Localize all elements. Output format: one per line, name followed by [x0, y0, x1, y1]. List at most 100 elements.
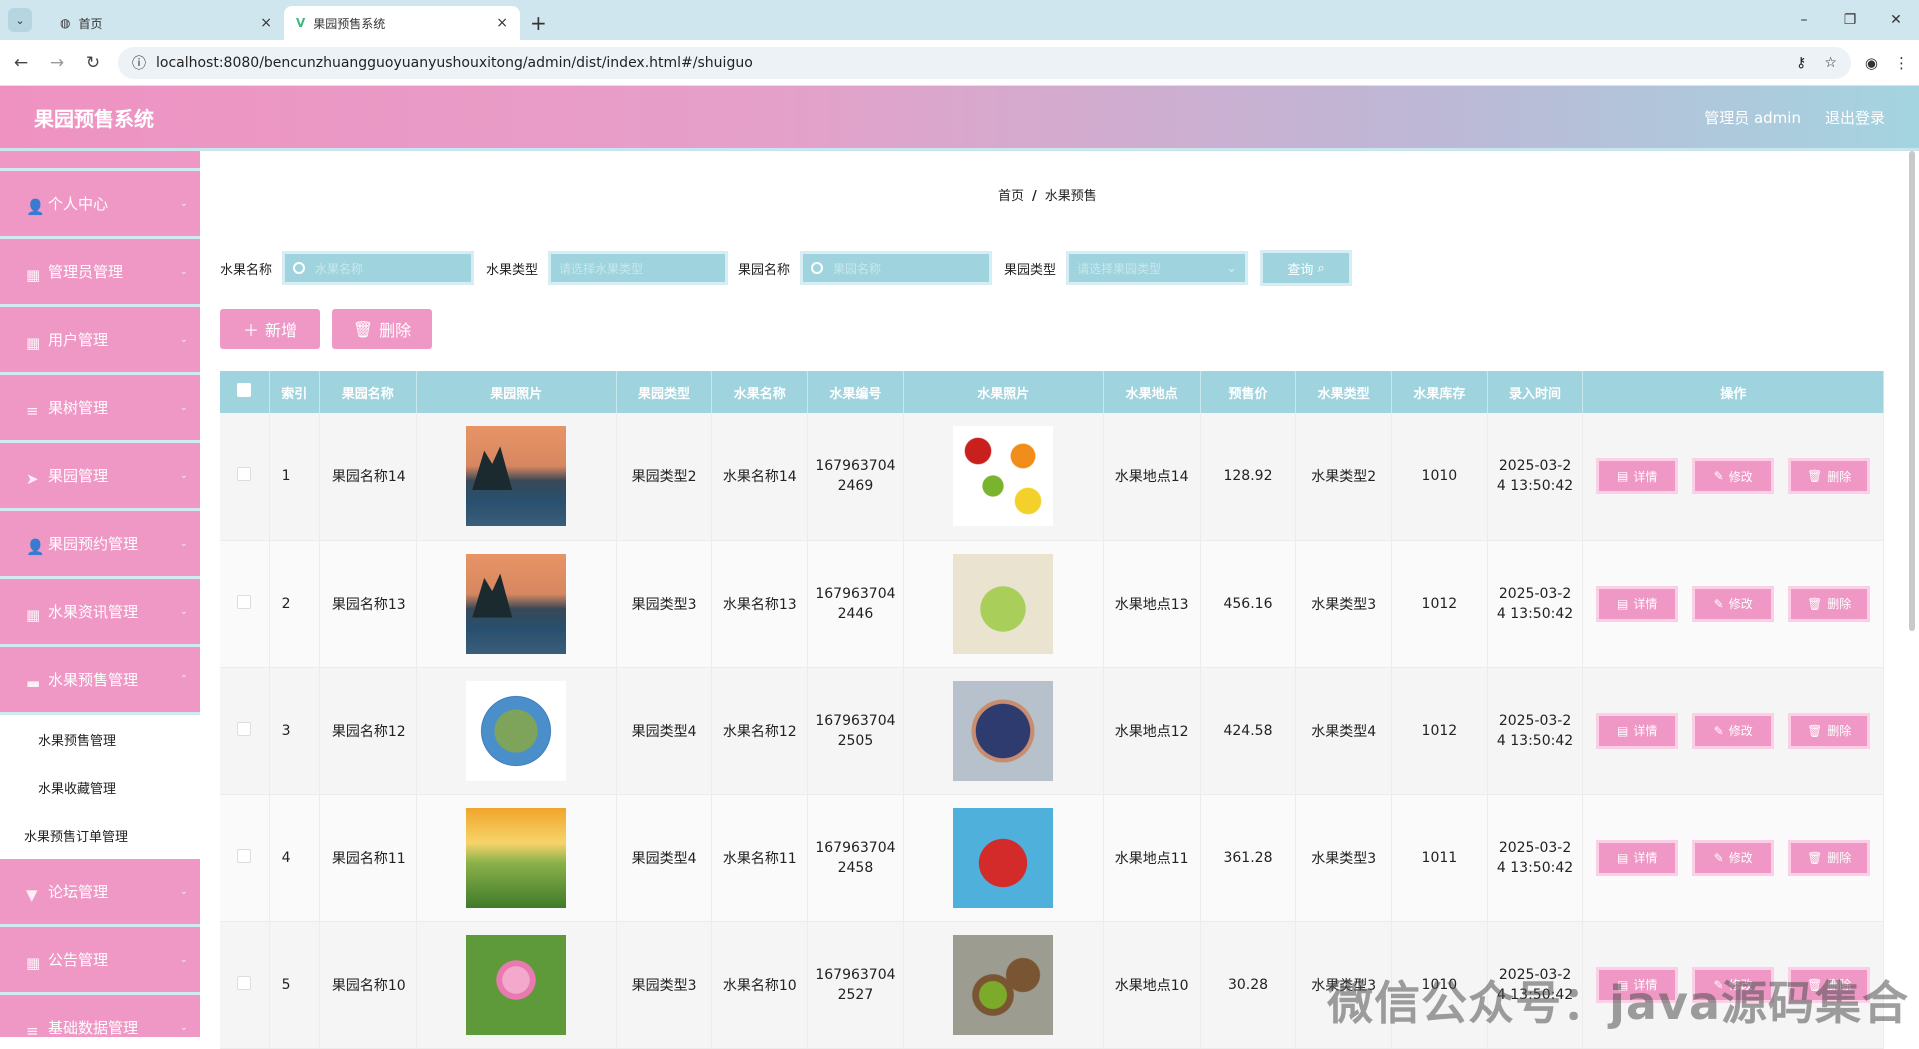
edit-button[interactable]: ✎修改 — [1692, 840, 1774, 876]
cell-orchard-photo — [416, 540, 616, 667]
sidebar-item-presale[interactable]: ▬水果预售管理⌃ — [0, 647, 200, 715]
sidebar-item-reservations[interactable]: 👤果园预约管理⌄ — [0, 511, 200, 579]
fruit-photo[interactable] — [953, 681, 1053, 781]
cell-orchard-name: 果园名称11 — [319, 794, 416, 921]
row-delete-button[interactable]: 🗑删除 — [1788, 586, 1870, 622]
orchard-photo[interactable] — [466, 554, 566, 654]
menu-icon[interactable]: ⋮ — [1894, 54, 1909, 72]
sidebar-item-label: 水果资讯管理 — [48, 601, 138, 622]
placeholder: 水果名称 — [315, 260, 363, 277]
edit-button[interactable]: ✎修改 — [1692, 586, 1774, 622]
row-checkbox[interactable] — [220, 921, 269, 1048]
sidebar-subitem-presale[interactable]: 水果预售管理 — [0, 715, 200, 763]
sidebar-item-profile[interactable]: 👤个人中心⌄ — [0, 171, 200, 239]
row-checkbox[interactable] — [220, 540, 269, 667]
cell-text: 167963704 — [808, 458, 903, 474]
row-delete-button[interactable]: 🗑删除 — [1788, 713, 1870, 749]
row-checkbox[interactable] — [220, 794, 269, 921]
sidebar-item-orchards[interactable]: ➤果园管理⌄ — [0, 443, 200, 511]
forward-icon[interactable]: → — [46, 53, 68, 73]
tab-dropdown-icon[interactable]: ⌄ — [8, 8, 32, 32]
close-window-icon[interactable]: ✕ — [1873, 0, 1919, 40]
op-label: 详情 — [1633, 849, 1657, 866]
minimize-icon[interactable]: – — [1781, 0, 1827, 40]
profile-icon[interactable]: ◉ — [1865, 54, 1878, 72]
filter-icon: ▼ — [26, 886, 40, 898]
fruit-photo[interactable] — [953, 935, 1053, 1035]
sidebar-item-notices[interactable]: ▦公告管理⌄ — [0, 927, 200, 995]
row-delete-button[interactable]: 🗑删除 — [1788, 840, 1870, 876]
orchard-name-label: 果园名称 — [738, 259, 790, 278]
cell-place: 水果地点11 — [1103, 794, 1200, 921]
reload-icon[interactable]: ↻ — [82, 53, 104, 73]
fruit-photo[interactable] — [953, 426, 1053, 526]
edit-button[interactable]: ✎修改 — [1692, 458, 1774, 494]
edit-button[interactable]: ✎修改 — [1692, 713, 1774, 749]
select-all-checkbox[interactable] — [220, 371, 269, 413]
orchard-type-select[interactable]: 请选择果园类型⌄ — [1066, 251, 1248, 285]
scrollbar[interactable] — [1909, 151, 1915, 631]
column-header: 果园照片 — [416, 371, 616, 413]
cell-orchard-type: 果园类型4 — [616, 794, 712, 921]
fruit-photo[interactable] — [953, 808, 1053, 908]
sidebar-item-admin[interactable]: ▦管理员管理⌄ — [0, 239, 200, 307]
detail-button[interactable]: ▤详情 — [1596, 840, 1678, 876]
cell-text: 2469 — [808, 478, 903, 494]
sidebar-item-basedata[interactable]: ≡基础数据管理⌄ — [0, 995, 200, 1037]
cell-text: 2446 — [808, 606, 903, 622]
browser-tab-active[interactable]: V 果园预售系统 × — [284, 6, 520, 40]
close-icon[interactable]: × — [260, 15, 272, 31]
cell-price: 361.28 — [1200, 794, 1296, 921]
sidebar-item-trees[interactable]: ≡果树管理⌄ — [0, 375, 200, 443]
table-row[interactable]: 1 果园名称14 果园类型2 水果名称14 1679637042469 水果地点… — [220, 413, 1884, 540]
breadcrumb-home[interactable]: 首页 — [998, 189, 1024, 204]
logout-link[interactable]: 退出登录 — [1825, 107, 1885, 128]
browser-tab-home[interactable]: ◍ 首页 × — [48, 6, 284, 40]
orchard-photo[interactable] — [466, 808, 566, 908]
key-icon[interactable]: ⚷ — [1796, 55, 1806, 71]
fruit-type-select[interactable]: 请选择水果类型 — [548, 251, 728, 285]
sidebar-item-forum[interactable]: ▼论坛管理⌄ — [0, 859, 200, 927]
sidebar-item-news[interactable]: ▦水果资讯管理⌄ — [0, 579, 200, 647]
orchard-photo[interactable] — [466, 426, 566, 526]
new-tab-icon[interactable]: + — [530, 6, 547, 40]
plus-icon: ＋ — [243, 317, 259, 341]
orchard-name-input[interactable]: 果园名称 — [800, 251, 992, 285]
row-checkbox[interactable] — [220, 413, 269, 540]
column-header: 操作 — [1583, 371, 1884, 413]
orchard-photo[interactable] — [466, 681, 566, 781]
star-icon[interactable]: ☆ — [1824, 55, 1837, 71]
sidebar-item-users[interactable]: ▦用户管理⌄ — [0, 307, 200, 375]
cell-text: 2458 — [808, 860, 903, 876]
chevron-down-icon: ⌄ — [180, 334, 188, 345]
cell-place: 水果地点10 — [1103, 921, 1200, 1048]
delete-button[interactable]: 🗑删除 — [332, 309, 432, 349]
detail-button[interactable]: ▤详情 — [1596, 713, 1678, 749]
url-field[interactable]: ⓘ localhost:8080/bencunzhuangguoyuanyush… — [118, 47, 1851, 79]
query-button[interactable]: 查询 ⌕ — [1260, 250, 1352, 286]
table-row[interactable]: 4 果园名称11 果园类型4 水果名称11 1679637042458 水果地点… — [220, 794, 1884, 921]
table-row[interactable]: 3 果园名称12 果园类型4 水果名称12 1679637042505 水果地点… — [220, 667, 1884, 794]
sidebar-subitem-favorites[interactable]: 水果收藏管理 — [0, 763, 200, 811]
restore-icon[interactable]: ❐ — [1827, 0, 1873, 40]
column-header: 水果类型 — [1296, 371, 1392, 413]
sidebar-item-orders[interactable]: 水果预售订单管理 — [0, 811, 200, 859]
table-row[interactable]: 2 果园名称13 果园类型3 水果名称13 1679637042446 水果地点… — [220, 540, 1884, 667]
row-delete-button[interactable]: 🗑删除 — [1788, 458, 1870, 494]
cell-index: 5 — [269, 921, 319, 1048]
window-controls: – ❐ ✕ — [1781, 0, 1919, 40]
fruit-name-input[interactable]: 水果名称 — [282, 251, 474, 285]
cell-text: 167963704 — [808, 967, 903, 983]
detail-button[interactable]: ▤详情 — [1596, 586, 1678, 622]
detail-button[interactable]: ▤详情 — [1596, 458, 1678, 494]
fruit-photo[interactable] — [953, 554, 1053, 654]
pencil-icon: ✎ — [1714, 724, 1724, 738]
close-icon[interactable]: × — [496, 15, 508, 31]
orchard-photo[interactable] — [466, 935, 566, 1035]
site-info-icon[interactable]: ⓘ — [132, 53, 146, 73]
row-checkbox[interactable] — [220, 667, 269, 794]
table-header: 索引 果园名称 果园照片 果园类型 水果名称 水果编号 水果照片 水果地点 预售… — [220, 371, 1884, 413]
chevron-down-icon: ⌄ — [180, 954, 188, 965]
back-icon[interactable]: ← — [10, 53, 32, 73]
add-button[interactable]: ＋新增 — [220, 309, 320, 349]
